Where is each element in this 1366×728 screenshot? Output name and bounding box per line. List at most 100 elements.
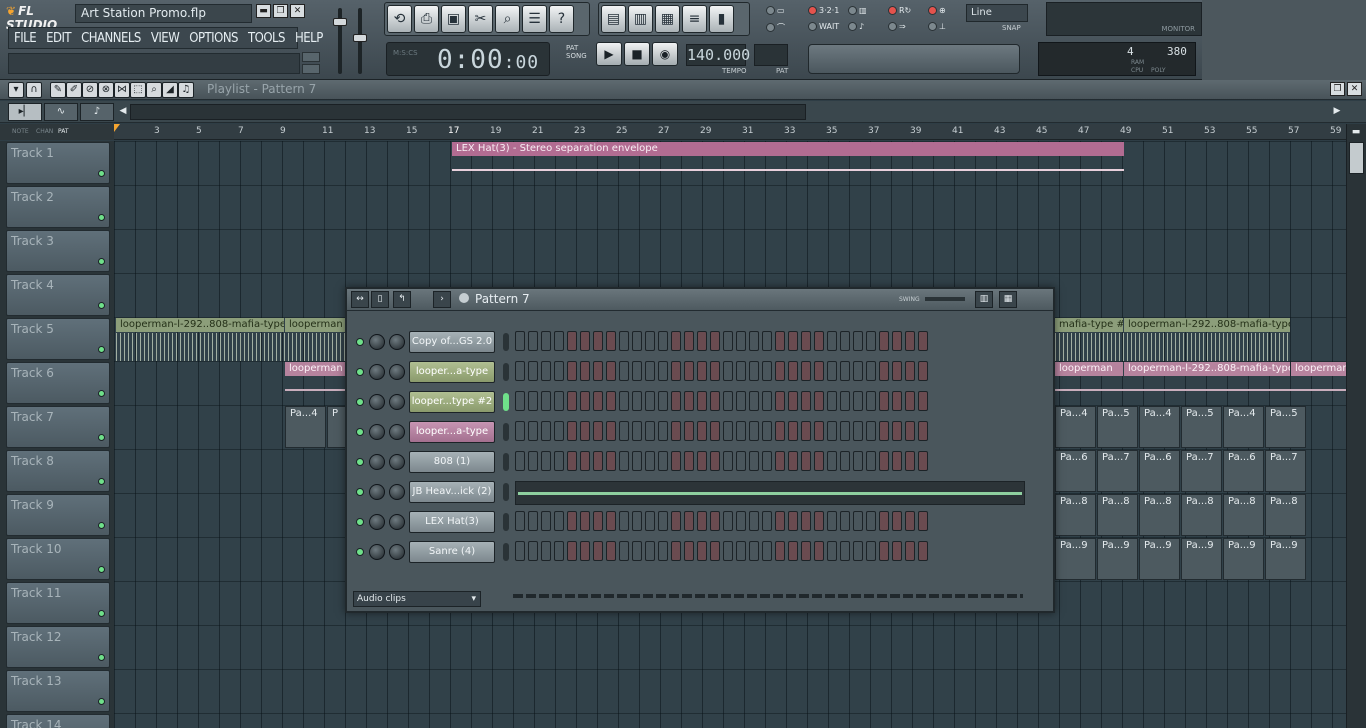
- step-button[interactable]: [606, 391, 616, 411]
- step-button[interactable]: [593, 361, 603, 381]
- step-button[interactable]: [684, 451, 694, 471]
- step-button[interactable]: [697, 541, 707, 561]
- track-enable-led[interactable]: [98, 566, 105, 573]
- menu-edit[interactable]: EDIT: [41, 31, 76, 46]
- track-enable-led[interactable]: [98, 610, 105, 617]
- channel-select-indicator[interactable]: [503, 393, 509, 411]
- step-button[interactable]: [788, 541, 798, 561]
- arrow-icon[interactable]: ›: [433, 291, 451, 308]
- step-button[interactable]: [567, 331, 577, 351]
- step-button[interactable]: [892, 511, 902, 531]
- channel-mute-led[interactable]: [356, 368, 364, 376]
- step-button[interactable]: [567, 511, 577, 531]
- step-button[interactable]: [736, 421, 746, 441]
- track-enable-led[interactable]: [98, 434, 105, 441]
- step-button[interactable]: [788, 361, 798, 381]
- step-button[interactable]: [762, 331, 772, 351]
- step-button[interactable]: [593, 511, 603, 531]
- step-button[interactable]: [580, 421, 590, 441]
- step-button[interactable]: [554, 541, 564, 561]
- overdub-toggle[interactable]: ⊥: [928, 22, 946, 31]
- step-button[interactable]: [892, 391, 902, 411]
- step-button[interactable]: [827, 541, 837, 561]
- track-header[interactable]: Track 6: [6, 362, 110, 404]
- step-button[interactable]: [866, 541, 876, 561]
- track-header[interactable]: Track 1: [6, 142, 110, 184]
- channel-select-indicator[interactable]: [503, 423, 509, 441]
- step-button[interactable]: [866, 391, 876, 411]
- step-button[interactable]: [619, 541, 629, 561]
- step-button[interactable]: [580, 361, 590, 381]
- track-header[interactable]: Track 3: [6, 230, 110, 272]
- step-button[interactable]: [801, 511, 811, 531]
- step-button[interactable]: [801, 391, 811, 411]
- step-button[interactable]: [840, 361, 850, 381]
- step-button[interactable]: [710, 331, 720, 351]
- step-button[interactable]: [801, 421, 811, 441]
- step-button[interactable]: [554, 421, 564, 441]
- delete-tool-icon[interactable]: ⊘: [82, 82, 98, 98]
- step-button[interactable]: [658, 421, 668, 441]
- track-enable-led[interactable]: [98, 170, 105, 177]
- menu-help[interactable]: HELP: [290, 31, 328, 46]
- audio-mode-icon[interactable]: ♪: [80, 103, 114, 121]
- graph-editor-icon[interactable]: ▥: [975, 291, 993, 308]
- channel-pan-knob[interactable]: [369, 454, 385, 470]
- speaker-icon[interactable]: ♫: [178, 82, 194, 98]
- step-button[interactable]: [528, 391, 538, 411]
- step-button[interactable]: [593, 421, 603, 441]
- pattern-clip[interactable]: Pa...7: [1181, 450, 1222, 492]
- step-button[interactable]: [749, 451, 759, 471]
- step-button[interactable]: [827, 391, 837, 411]
- step-button[interactable]: [697, 391, 707, 411]
- step-button[interactable]: [710, 361, 720, 381]
- step-button[interactable]: [723, 331, 733, 351]
- step-button[interactable]: [645, 421, 655, 441]
- vertical-scrollbar[interactable]: ▬: [1346, 124, 1366, 728]
- step-button[interactable]: [684, 361, 694, 381]
- step-button[interactable]: [606, 361, 616, 381]
- step-button[interactable]: [736, 511, 746, 531]
- step-button[interactable]: [632, 391, 642, 411]
- channel-pan-knob[interactable]: [369, 544, 385, 560]
- track-enable-led[interactable]: [98, 522, 105, 529]
- pattern-clip[interactable]: Pa...5: [1265, 406, 1306, 448]
- step-button[interactable]: [619, 331, 629, 351]
- step-button[interactable]: [918, 421, 928, 441]
- pattern-clip[interactable]: Pa...4: [285, 406, 326, 448]
- step-button[interactable]: [840, 511, 850, 531]
- audio-clip[interactable]: looperman-l-292..808-mafia-type: [116, 318, 284, 332]
- step-button[interactable]: [710, 511, 720, 531]
- step-button[interactable]: [749, 421, 759, 441]
- channel-pan-knob[interactable]: [369, 394, 385, 410]
- step-button[interactable]: [658, 511, 668, 531]
- step-button[interactable]: [814, 391, 824, 411]
- step-button[interactable]: [515, 361, 525, 381]
- step-button[interactable]: [541, 391, 551, 411]
- step-button[interactable]: [593, 331, 603, 351]
- channel-select-indicator[interactable]: [503, 333, 509, 351]
- step-button[interactable]: [801, 361, 811, 381]
- step-button[interactable]: [528, 361, 538, 381]
- channel-volume-knob[interactable]: [389, 484, 405, 500]
- track-enable-led[interactable]: [98, 478, 105, 485]
- pattern-clip[interactable]: Pa...6: [1055, 450, 1096, 492]
- step-button[interactable]: [528, 511, 538, 531]
- draw-tool-icon[interactable]: ✎: [50, 82, 66, 98]
- pattern-clip[interactable]: Pa...8: [1223, 494, 1264, 536]
- step-button[interactable]: [541, 331, 551, 351]
- step-button[interactable]: [619, 361, 629, 381]
- step-button[interactable]: [632, 511, 642, 531]
- track-header[interactable]: Track 8: [6, 450, 110, 492]
- step-button[interactable]: [593, 541, 603, 561]
- step-button[interactable]: [775, 391, 785, 411]
- piano-roll-icon[interactable]: ▦: [655, 5, 680, 33]
- step-button[interactable]: [515, 541, 525, 561]
- step-sequencer-icon[interactable]: ▥: [628, 5, 653, 33]
- channel-pan-knob[interactable]: [369, 334, 385, 350]
- step-button[interactable]: [749, 511, 759, 531]
- step-button[interactable]: [775, 331, 785, 351]
- pattern-caption[interactable]: Pattern 7: [475, 292, 530, 306]
- step-button[interactable]: [775, 451, 785, 471]
- step-button[interactable]: [515, 451, 525, 471]
